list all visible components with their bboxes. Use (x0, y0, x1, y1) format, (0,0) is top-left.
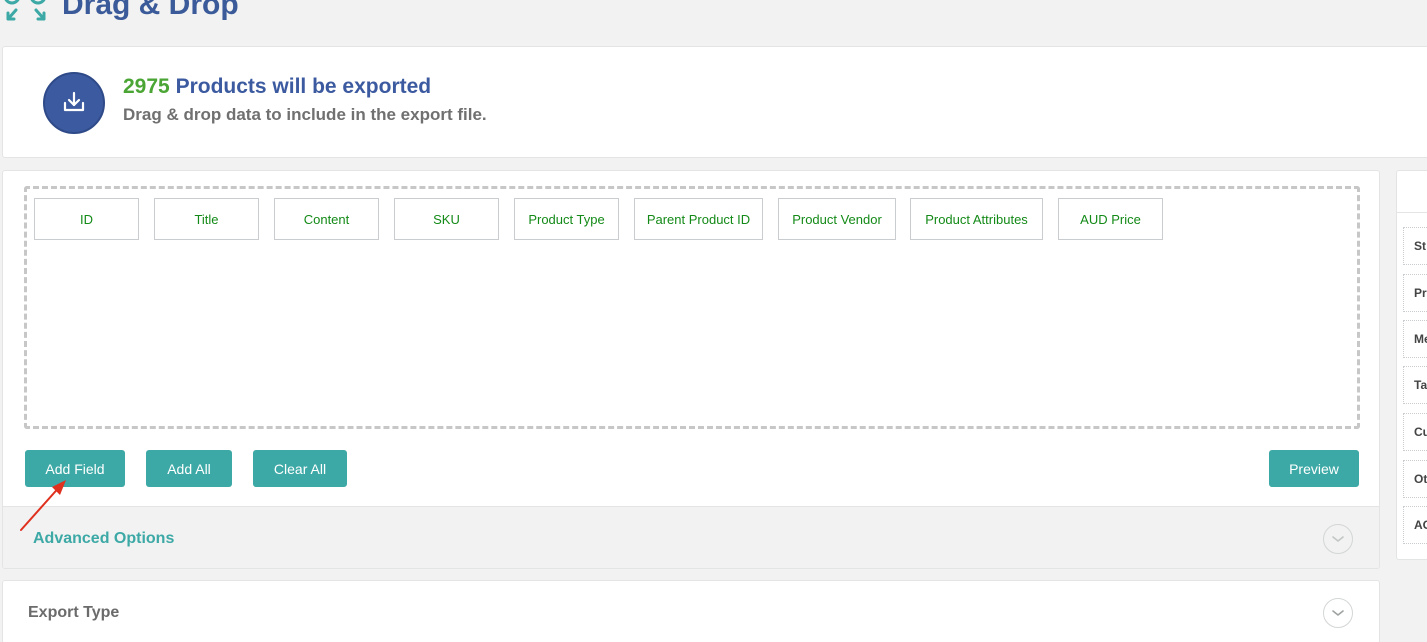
export-type-card[interactable]: Export Type (2, 580, 1380, 642)
export-subtitle: Drag & drop data to include in the expor… (123, 105, 487, 124)
field-chip[interactable]: Parent Product ID (634, 198, 763, 240)
add-field-button[interactable]: Add Field (25, 450, 125, 487)
field-chip[interactable]: Product Vendor (778, 198, 896, 240)
page-title: Drag & Drop (62, 0, 239, 21)
download-tray-icon (43, 72, 105, 134)
field-group-item[interactable]: Cu (1403, 413, 1427, 451)
export-headline: Products will be exported (175, 75, 432, 98)
page-heading: Drag & Drop (0, 0, 239, 22)
advanced-options-bar[interactable]: Advanced Options (3, 506, 1379, 568)
field-chip[interactable]: Title (154, 198, 259, 240)
drag-drop-logo-icon (4, 0, 46, 21)
field-chip[interactable]: Product Attributes (910, 198, 1043, 240)
field-group-item[interactable]: Pr (1403, 274, 1427, 312)
chevron-down-icon[interactable] (1323, 524, 1353, 554)
field-chip[interactable]: ID (34, 198, 139, 240)
add-all-button[interactable]: Add All (146, 450, 232, 487)
field-group-item[interactable]: Me (1403, 320, 1427, 358)
preview-button[interactable]: Preview (1269, 450, 1359, 487)
field-groups-header (1397, 171, 1427, 213)
export-page: Drag & Drop 2975 Products will be export… (0, 0, 1427, 642)
field-chip[interactable]: SKU (394, 198, 499, 240)
export-type-label: Export Type (28, 604, 120, 621)
field-group-item[interactable]: Ot (1403, 460, 1427, 498)
field-builder-panel: ID Title Content SKU Product Type Parent… (2, 170, 1380, 569)
export-summary-card: 2975 Products will be exported Drag & dr… (2, 46, 1427, 158)
field-group-item[interactable]: AC (1403, 506, 1427, 544)
field-chip[interactable]: Content (274, 198, 379, 240)
field-groups-panel: St Pr Me Ta Cu Ot AC (1396, 170, 1427, 560)
product-count: 2975 (123, 75, 170, 98)
field-group-item[interactable]: St (1403, 227, 1427, 265)
field-chip[interactable]: Product Type (514, 198, 619, 240)
field-chip[interactable]: AUD Price (1058, 198, 1163, 240)
advanced-options-label[interactable]: Advanced Options (33, 530, 174, 548)
clear-all-button[interactable]: Clear All (253, 450, 347, 487)
field-drop-zone[interactable]: ID Title Content SKU Product Type Parent… (24, 186, 1360, 429)
chevron-down-icon[interactable] (1323, 598, 1353, 628)
field-group-item[interactable]: Ta (1403, 366, 1427, 404)
export-count-heading: 2975 Products will be exported (123, 75, 431, 99)
